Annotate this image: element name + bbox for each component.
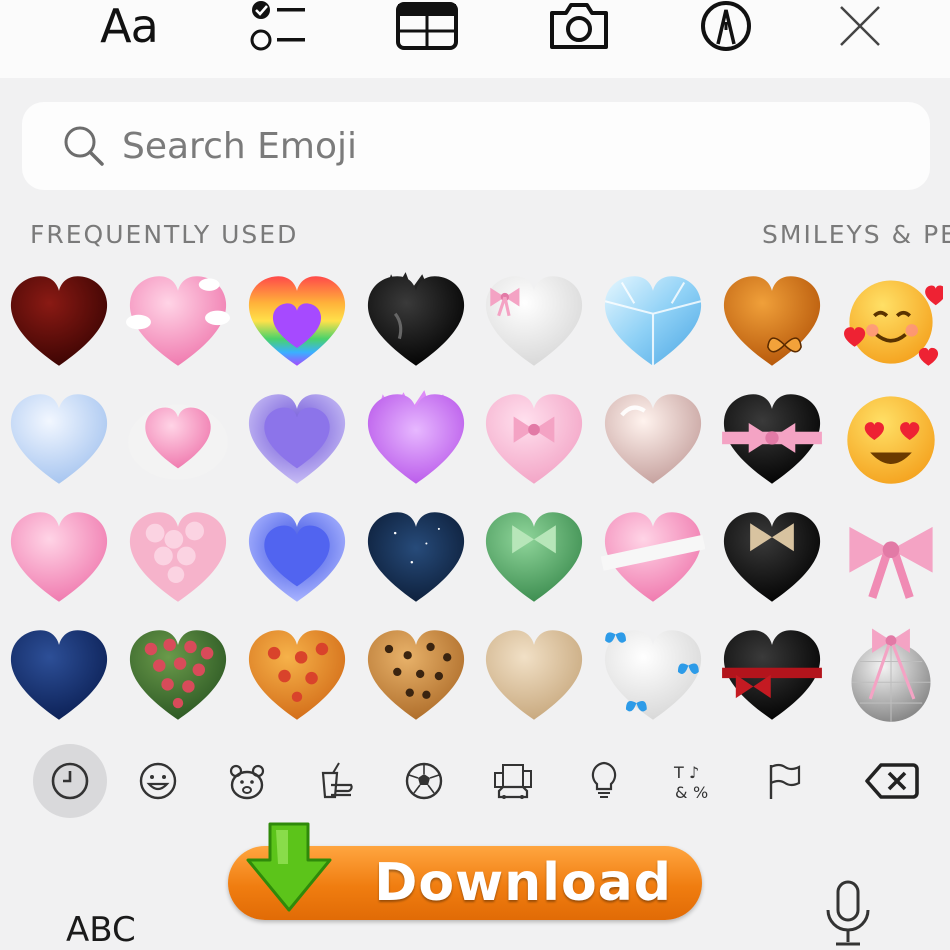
emoji-blue-layered-heart[interactable] [238,498,357,616]
emoji-bandaged-pink-heart[interactable] [594,498,713,616]
search-bar [22,102,930,190]
svg-text:&: & [675,783,687,802]
markup-pen-icon[interactable] [696,0,756,52]
search-icon [64,126,104,166]
emoji-diamond-heart[interactable] [594,262,713,380]
emoji-navy-heart[interactable] [0,616,119,734]
emoji-rose-heart[interactable] [119,616,238,734]
animal-icon[interactable] [210,744,284,818]
emoji-leopard-heart[interactable] [356,616,475,734]
emoji-black-heart-with-tan-bow[interactable] [713,498,832,616]
sports-ball-icon[interactable] [387,744,461,818]
emoji-black-flaming-heart[interactable] [356,262,475,380]
emoji-black-heart-with-red-ribbon[interactable] [713,616,832,734]
download-label: Download [374,853,672,913]
emoji-purple-layered-heart[interactable] [238,380,357,498]
svg-text:T: T [673,763,684,782]
emoji-white-heart-with-pink-bow[interactable] [475,262,594,380]
food-icon[interactable] [298,744,372,818]
lightbulb-icon[interactable] [567,744,641,818]
microphone-icon[interactable] [822,878,874,950]
table-icon[interactable] [394,0,460,52]
emoji-beige-heart[interactable] [475,616,594,734]
buildings-icon[interactable] [476,744,550,818]
emoji-pink-heart[interactable] [0,498,119,616]
download-arrow-icon [246,822,332,912]
emoji-pink-ribbon[interactable] [831,498,950,616]
emoji-white-heart-with-blue-butterflies[interactable] [594,616,713,734]
emoji-pink-heart-with-bow[interactable] [475,380,594,498]
emoji-light-blue-heart[interactable] [0,380,119,498]
svg-text:♪: ♪ [689,763,699,782]
section-label-frequently-used[interactable]: FREQUENTLY USED [30,220,298,249]
toolbar: Aa [0,0,950,78]
flag-icon[interactable] [746,744,820,818]
abc-keyboard-button[interactable]: ABC [66,910,136,950]
delete-icon[interactable] [852,744,932,818]
emoji-rainbow-heart[interactable] [238,262,357,380]
emoji-purple-flaming-heart[interactable] [356,380,475,498]
checklist-icon[interactable] [244,0,310,52]
symbols-icon[interactable]: T ♪ &% [656,744,730,818]
emoji-pink-bubble-heart[interactable] [119,498,238,616]
emoji-smiling-face-with-heart-eyes[interactable] [831,380,950,498]
emoji-starry-night-heart[interactable] [356,498,475,616]
emoji-black-heart-with-pink-ribbon[interactable] [713,380,832,498]
emoji-disco-ball-with-pink-bow[interactable] [831,616,950,734]
emoji-dark-red-heart[interactable] [0,262,119,380]
format-button[interactable]: Aa [96,0,162,53]
emoji-pizza-heart[interactable] [238,616,357,734]
smiley-icon[interactable] [121,744,195,818]
emoji-heart-with-clouds[interactable] [119,262,238,380]
section-label-smileys[interactable]: SMILEYS & PE [762,220,950,249]
emoji-green-heart-with-bow[interactable] [475,498,594,616]
category-bar: T ♪ &% [0,744,950,820]
emoji-pink-heart-in-clouds[interactable] [119,380,238,498]
emoji-glass-heart[interactable] [594,380,713,498]
recent-clock-icon[interactable] [33,744,107,818]
close-icon[interactable] [832,0,888,52]
emoji-orange-heart-with-butterfly[interactable] [713,262,832,380]
search-input[interactable] [120,124,824,168]
emoji-smiling-face-with-hearts[interactable] [831,262,950,380]
camera-icon[interactable] [544,0,614,52]
svg-text:%: % [693,783,708,802]
emoji-grid [0,262,950,732]
